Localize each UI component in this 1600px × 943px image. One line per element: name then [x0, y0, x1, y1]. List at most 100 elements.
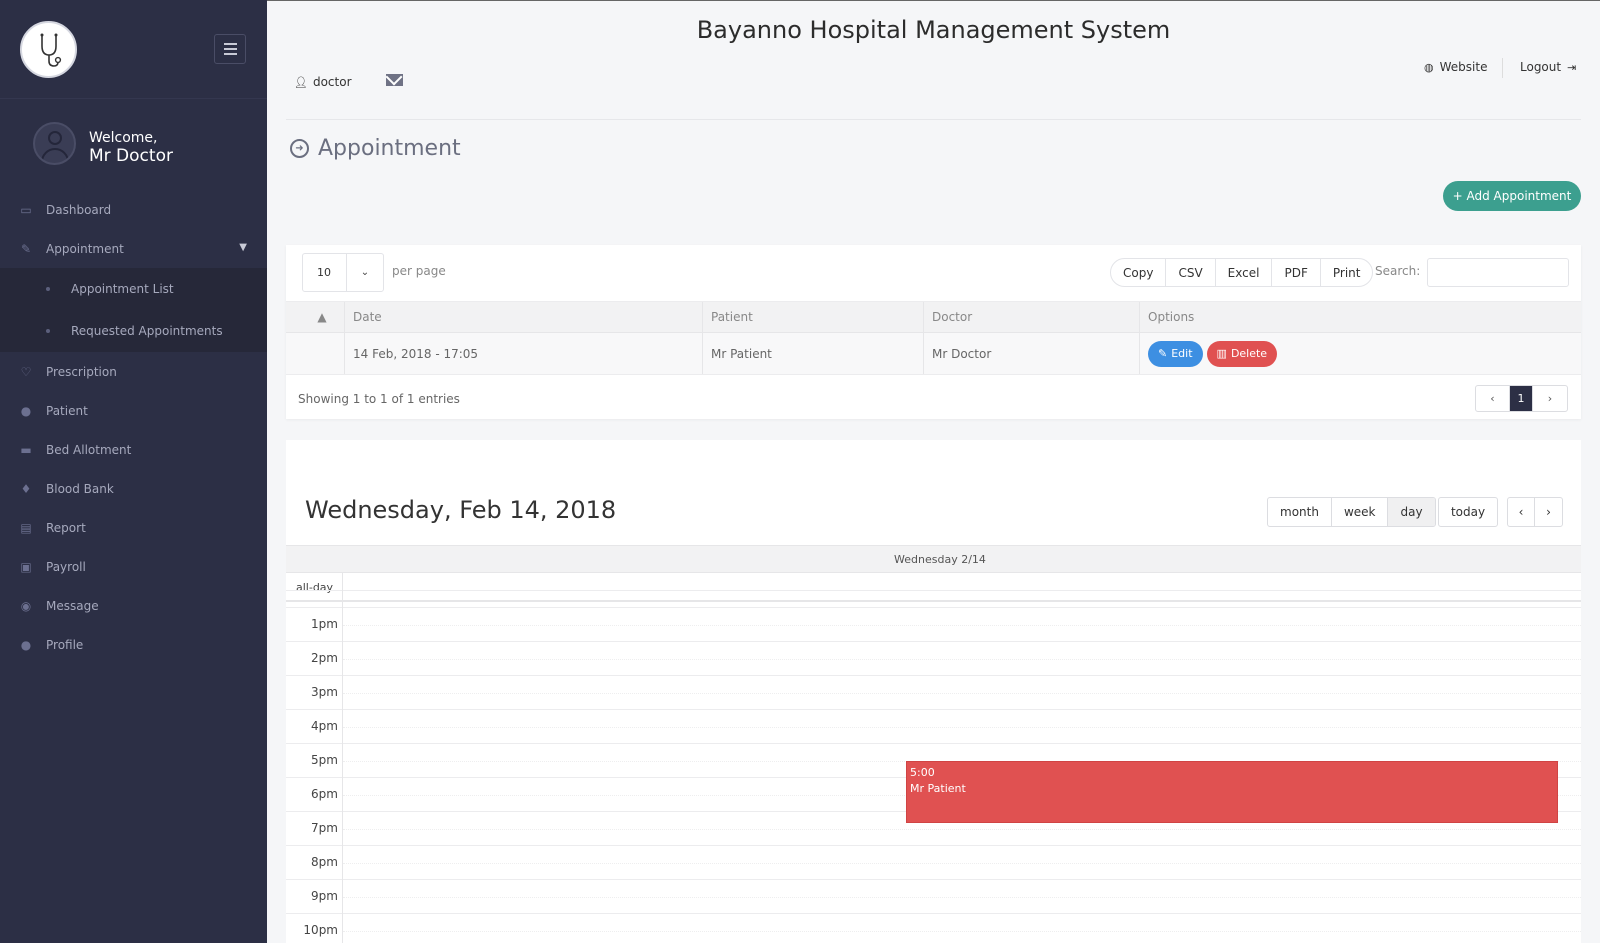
- excel-button[interactable]: Excel: [1216, 259, 1273, 286]
- month-view-button[interactable]: month: [1268, 498, 1332, 526]
- chevron-down-icon: ▼: [239, 242, 247, 253]
- sidebar-item-patient[interactable]: ● Patient: [0, 391, 267, 430]
- globe-icon: ◍: [1424, 60, 1434, 74]
- export-button-group: Copy CSV Excel PDF Print: [1110, 258, 1374, 287]
- per-page-value: 10: [303, 254, 347, 291]
- sidebar-item-message[interactable]: ◉ Message: [0, 586, 267, 625]
- hour-row[interactable]: 4pm: [286, 709, 1581, 743]
- website-label: Website: [1439, 60, 1488, 74]
- delete-label: Delete: [1230, 347, 1268, 360]
- sidebar-subitem-requested-appointments[interactable]: Requested Appointments: [0, 310, 267, 352]
- day-view-button[interactable]: day: [1388, 498, 1435, 526]
- sidebar-divider: [0, 98, 267, 99]
- hour-row[interactable]: 1pm: [286, 607, 1581, 641]
- envelope-icon[interactable]: [386, 74, 403, 86]
- csv-button[interactable]: CSV: [1166, 259, 1216, 286]
- copy-button[interactable]: Copy: [1111, 259, 1167, 286]
- welcome-user-name: Mr Doctor: [89, 146, 173, 166]
- menu-toggle-button[interactable]: [214, 34, 246, 64]
- sidebar-item-appointment[interactable]: ✎ Appointment ▼: [0, 229, 267, 268]
- header-divider: [286, 119, 1581, 120]
- today-button[interactable]: today: [1438, 497, 1498, 527]
- money-icon: ▣: [20, 559, 32, 574]
- column-header-doctor[interactable]: Doctor: [924, 302, 1140, 332]
- sidebar-item-bed-allotment[interactable]: ▬ Bed Allotment: [0, 430, 267, 469]
- sort-column-header[interactable]: ▲: [286, 302, 345, 332]
- calendar-day-label: Wednesday 2/14: [894, 553, 986, 566]
- patient-cell: Mr Patient: [703, 333, 924, 374]
- hour-row[interactable]: 8pm: [286, 845, 1581, 879]
- column-header-patient[interactable]: Patient: [703, 302, 924, 332]
- sidebar-item-label: Patient: [46, 403, 88, 418]
- bullet-icon: [46, 287, 50, 291]
- sidebar-item-label: Report: [46, 520, 86, 535]
- calendar-event[interactable]: 5:00 Mr Patient: [906, 761, 1558, 823]
- sidebar-item-label: Prescription: [46, 364, 117, 379]
- calendar-view-switcher: month week day: [1267, 497, 1436, 527]
- website-link[interactable]: ◍ Website: [1424, 60, 1487, 74]
- date-cell: 14 Feb, 2018 - 17:05: [345, 333, 703, 374]
- column-header-date[interactable]: Date: [345, 302, 703, 332]
- table-row: 14 Feb, 2018 - 17:05 Mr Patient Mr Docto…: [286, 333, 1581, 375]
- hour-row-partial[interactable]: [286, 590, 1581, 607]
- pager-next-button[interactable]: ›: [1533, 386, 1567, 411]
- print-button[interactable]: Print: [1321, 259, 1373, 286]
- monitor-icon: ▭: [20, 202, 32, 217]
- add-appointment-button[interactable]: + Add Appointment: [1443, 181, 1581, 211]
- hour-row[interactable]: 9pm: [286, 879, 1581, 913]
- sidebar-item-label: Blood Bank: [46, 481, 114, 496]
- doctor-cell: Mr Doctor: [924, 333, 1140, 374]
- pencil-icon: ✎: [1158, 347, 1168, 360]
- sidebar-item-profile[interactable]: ● Profile: [0, 625, 267, 664]
- hour-label: 6pm: [311, 787, 338, 801]
- edit-button[interactable]: ✎ Edit: [1148, 340, 1203, 367]
- pdf-button[interactable]: PDF: [1272, 259, 1321, 286]
- per-page-select[interactable]: 10 ⌄: [302, 253, 384, 292]
- calendar-title: Wednesday, Feb 14, 2018: [305, 496, 617, 524]
- top-border: [267, 0, 1600, 1]
- top-user-link[interactable]: 👤︎ doctor: [294, 75, 352, 89]
- calendar-prev-button[interactable]: ‹: [1508, 498, 1535, 526]
- half-hour-line: [343, 863, 1581, 864]
- logout-link[interactable]: Logout ⇥: [1520, 60, 1576, 74]
- sidebar-item-blood-bank[interactable]: ♦ Blood Bank: [0, 469, 267, 508]
- event-title: Mr Patient: [910, 782, 966, 795]
- user-icon: ●: [20, 637, 32, 652]
- sidebar-item-payroll[interactable]: ▣ Payroll: [0, 547, 267, 586]
- half-hour-line: [343, 727, 1581, 728]
- search-input[interactable]: [1427, 258, 1569, 287]
- sidebar: Welcome, Mr Doctor ▭ Dashboard ✎ Appoint…: [0, 0, 267, 943]
- calendar-next-button[interactable]: ›: [1535, 498, 1562, 526]
- user-icon: ●: [20, 403, 32, 418]
- half-hour-line: [343, 829, 1581, 830]
- sidebar-item-prescription[interactable]: ♡ Prescription: [0, 352, 267, 391]
- sidebar-nav: ▭ Dashboard ✎ Appointment ▼ Appointment …: [0, 190, 267, 664]
- hour-row[interactable]: 10pm: [286, 913, 1581, 943]
- pager-page-1[interactable]: 1: [1510, 386, 1533, 411]
- table-header: ▲ Date Patient Doctor Options: [286, 301, 1581, 333]
- sidebar-item-dashboard[interactable]: ▭ Dashboard: [0, 190, 267, 229]
- hamburger-icon: [223, 43, 237, 45]
- appointment-table-panel: 10 ⌄ per page Copy CSV Excel PDF Print S…: [286, 245, 1581, 419]
- hour-row[interactable]: 2pm: [286, 641, 1581, 675]
- half-hour-line: [343, 897, 1581, 898]
- time-gutter-divider: [342, 573, 343, 943]
- stethoscope-logo-icon[interactable]: [20, 21, 77, 78]
- sidebar-item-label: Appointment: [46, 241, 124, 256]
- hour-label: 7pm: [311, 821, 338, 835]
- appointment-submenu: Appointment List Requested Appointments: [0, 268, 267, 352]
- week-view-button[interactable]: week: [1332, 498, 1389, 526]
- system-title: Bayanno Hospital Management System: [696, 16, 1171, 44]
- row-index-cell: [286, 333, 345, 374]
- circle-arrow-icon: ➜: [290, 139, 309, 158]
- delete-button[interactable]: ▥ Delete: [1206, 340, 1278, 367]
- hour-label: 8pm: [311, 855, 338, 869]
- sidebar-item-report[interactable]: ▤ Report: [0, 508, 267, 547]
- sidebar-subitem-appointment-list[interactable]: Appointment List: [0, 268, 267, 310]
- stethoscope-icon: ♡: [20, 364, 32, 379]
- avatar: [33, 122, 76, 165]
- column-header-options: Options: [1148, 310, 1195, 324]
- hour-row[interactable]: 3pm: [286, 675, 1581, 709]
- hour-label: 10pm: [303, 923, 338, 937]
- pager-prev-button[interactable]: ‹: [1476, 386, 1510, 411]
